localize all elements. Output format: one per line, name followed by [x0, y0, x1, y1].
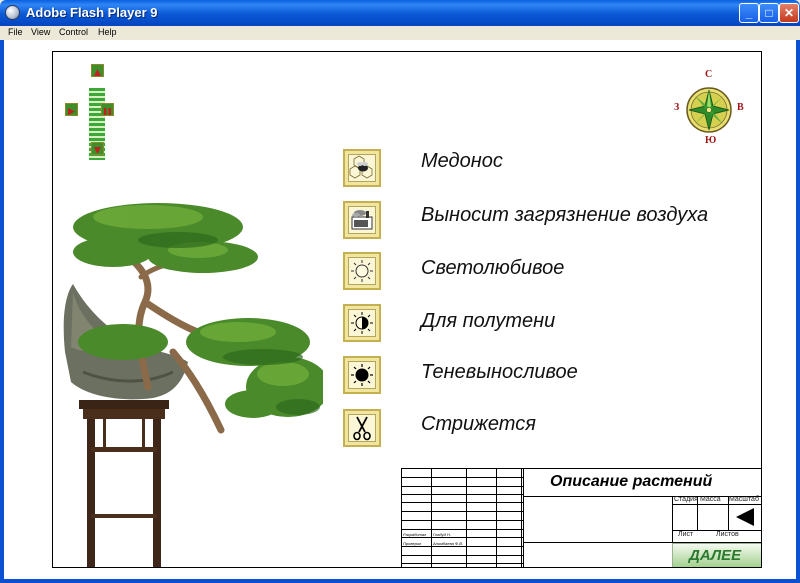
next-button-label: ДАЛЕЕ: [689, 547, 742, 564]
bonsai-tree-image: [63, 203, 323, 567]
stamp-developed-label: Разработал: [403, 532, 427, 537]
stamp-developed-name: Гладуй Н.: [433, 532, 451, 537]
compass-icon: [686, 87, 732, 133]
compass-east: В: [737, 102, 744, 113]
stamp-sheet: Лист: [678, 531, 694, 538]
flash-stage: С Ю З В Медонос Выносит загрязнение возд…: [52, 51, 762, 568]
stamp-sheets: Листов: [716, 531, 739, 538]
compass-north: С: [705, 69, 713, 80]
stamp-col-stage: Стадия: [674, 496, 698, 503]
sun-icon: [351, 260, 373, 282]
stamp-checked-name: Алимбаева Ф.В.: [433, 541, 463, 546]
minimize-button[interactable]: _: [739, 3, 759, 23]
menu-view[interactable]: View: [31, 27, 50, 37]
title-bar: Adobe Flash Player 9 _ □ ✕: [0, 0, 800, 26]
factory-icon: [351, 210, 373, 230]
drawing-title-block: Описание растений Стадия Масса Масштаб Л…: [401, 468, 761, 567]
compass-west: З: [674, 102, 680, 113]
compass-south: Ю: [705, 135, 717, 146]
property-icon-tile: [343, 304, 381, 342]
property-label-light-loving: Светолюбивое: [421, 257, 565, 279]
dark-sun-icon: [351, 364, 373, 386]
compass-rose: С Ю З В: [671, 68, 744, 148]
window-title: Adobe Flash Player 9: [26, 5, 158, 20]
menu-control[interactable]: Control: [59, 27, 88, 37]
property-icon-tile: [343, 149, 381, 187]
property-label-trimmable: Стрижется: [421, 413, 536, 435]
maximize-button[interactable]: □: [759, 3, 779, 23]
property-label-shade-tolerant: Теневыносливое: [421, 361, 578, 383]
menu-help[interactable]: Help: [98, 27, 117, 37]
property-icon-tile: [343, 356, 381, 394]
property-icon-tile: [343, 409, 381, 447]
property-label-pollution: Выносит загрязнение воздуха: [421, 204, 709, 226]
property-label-partial-shade: Для полутени: [421, 310, 556, 332]
stamp-checked-label: Проверил: [403, 541, 422, 546]
property-icon-tile: [343, 201, 381, 239]
scissors-icon: [353, 416, 371, 441]
stamp-title: Описание растений: [550, 473, 713, 490]
close-button[interactable]: ✕: [779, 3, 799, 23]
next-button[interactable]: ДАЛЕЕ: [672, 543, 761, 567]
property-icon-tile: [343, 252, 381, 290]
menu-bar: File View Control Help: [0, 26, 800, 40]
stamp-col-scale: Масштаб: [729, 496, 759, 503]
back-button[interactable]: [728, 505, 761, 530]
flash-player-icon: [5, 5, 20, 20]
half-sun-icon: [351, 312, 373, 334]
property-label-honey: Медонос: [421, 150, 503, 172]
stamp-col-mass: Масса: [700, 496, 721, 503]
bee-honeycomb-icon: [349, 155, 373, 179]
menu-file[interactable]: File: [8, 27, 23, 37]
arrow-left-icon: [736, 508, 754, 526]
